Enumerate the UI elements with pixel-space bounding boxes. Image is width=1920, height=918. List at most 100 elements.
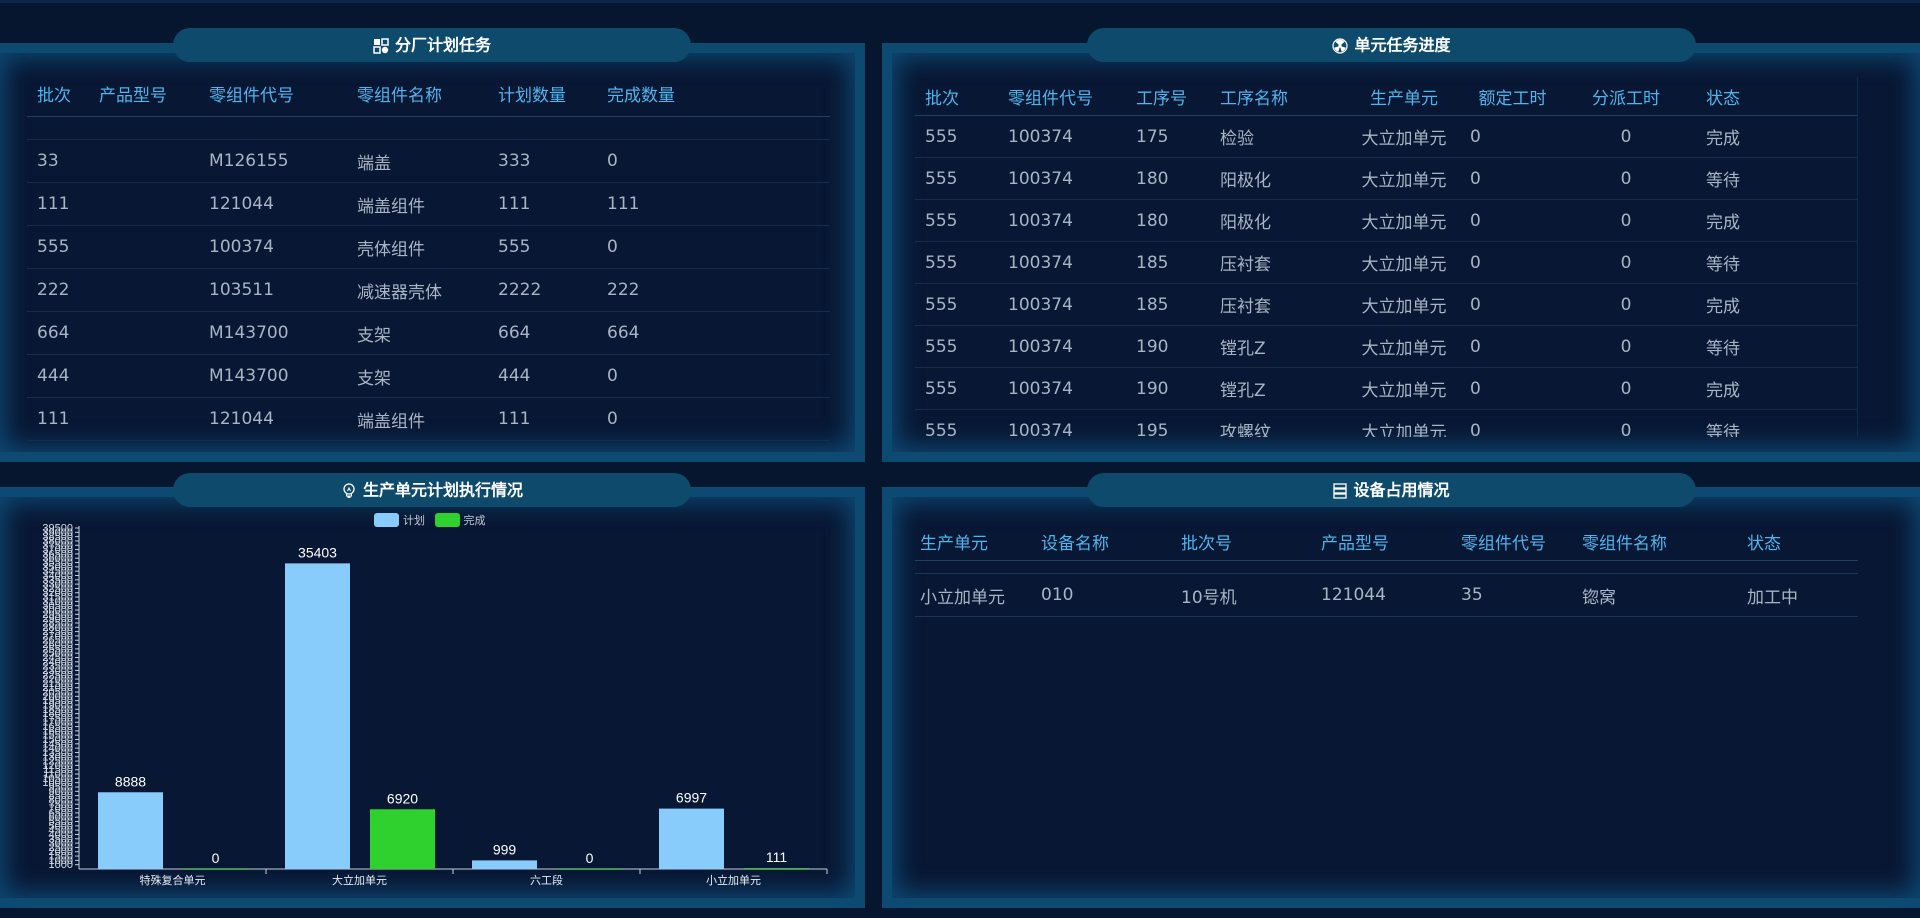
column-header[interactable]: 零组件代号 [998, 77, 1126, 116]
table-cell: 555 [915, 115, 998, 158]
table-cell: M143700 [199, 354, 347, 398]
table-cell: 端盖组件 [347, 397, 488, 441]
table-cell: 0 [1460, 157, 1566, 200]
table-cell: 555 [915, 283, 998, 326]
column-header[interactable]: 生产单元 [915, 522, 1036, 561]
table-row[interactable]: 小立加单元 010 10号机 121044 35 锪窝 加工中 [915, 573, 1858, 617]
table-cell: 100374 [998, 241, 1126, 284]
data-label: 6997 [676, 790, 707, 806]
table-row[interactable]: 555 100374 185 压衬套 大立加单元 0 0 完成 [915, 283, 1857, 326]
table-cell: 2222 [488, 268, 597, 312]
column-header[interactable]: 产品型号 [1316, 522, 1456, 561]
table-cell [89, 354, 199, 398]
table-row[interactable]: 666121044端盖组件6660 [27, 440, 830, 448]
column-header[interactable]: 零组件代号 [199, 70, 347, 117]
data-label: 0 [212, 850, 220, 866]
column-header[interactable]: 计划数量 [488, 70, 597, 117]
table-cell: 大立加单元 [1349, 241, 1460, 284]
column-header[interactable]: 生产单元 [1349, 77, 1460, 116]
table-cell: 180 [1126, 199, 1210, 242]
bar [285, 563, 350, 869]
table-row[interactable]: 222 103511 减速器壳体 2222 222 [27, 268, 830, 312]
data-label: 35403 [298, 544, 337, 560]
table-cell: 111 [488, 397, 597, 441]
table-header-row: 批次 零组件代号 工序号 工序名称 生产单元 额定工时 分派工时 状态 [915, 77, 1857, 116]
table-cell: 0 [1566, 241, 1687, 284]
column-header[interactable]: 工序号 [1126, 77, 1210, 116]
table-cell: 100374 [998, 157, 1126, 200]
table-row[interactable]: 555 100374 195 攻螺纹 大立加单元 0 0 等待 [915, 409, 1857, 437]
column-header[interactable]: 状态 [1727, 522, 1858, 561]
table-cell: 0 [1566, 283, 1687, 326]
column-header[interactable]: 额定工时 [1460, 77, 1566, 116]
column-header[interactable]: 零组件名称 [1577, 522, 1727, 561]
table-cell: 镗孔Z [1210, 325, 1349, 368]
table-row[interactable]: 111 121044 端盖组件 111 111 [27, 182, 830, 226]
panel-title-text: 设备占用情况 [1353, 480, 1450, 500]
table-row[interactable]: 555 100374 壳体组件 555 0 [27, 225, 830, 269]
table-cell: 100374 [998, 283, 1126, 326]
table-row[interactable]: 555 100374 180 阳极化 大立加单元 0 0 等待 [915, 157, 1857, 200]
table-cell: 121044 [1316, 573, 1456, 617]
table-cell: 666 [27, 440, 89, 448]
radiation-icon [1332, 37, 1349, 54]
table-cell: 大立加单元 [1349, 283, 1460, 326]
table-cell: 0 [1566, 409, 1687, 437]
table-cell: 0 [1566, 325, 1687, 368]
table-cell: 大立加单元 [1349, 367, 1460, 410]
bar [472, 860, 537, 869]
table-cell: 555 [915, 199, 998, 242]
table-cell: 664 [488, 311, 597, 355]
column-header[interactable]: 工序名称 [1210, 77, 1349, 116]
table-cell: 0 [1460, 241, 1566, 284]
table-cell: 195 [1126, 409, 1210, 437]
table-cell: 111 [27, 397, 89, 441]
column-header[interactable]: 零组件代号 [1456, 522, 1577, 561]
table-row[interactable]: 555 100374 185 压衬套 大立加单元 0 0 等待 [915, 241, 1857, 284]
equipment-panel-title: 设备占用情况 [1087, 473, 1696, 507]
table-cell: 大立加单元 [1349, 115, 1460, 158]
column-header[interactable]: 产品型号 [89, 70, 199, 117]
table-cell: 完成 [1687, 199, 1857, 242]
column-header[interactable]: 批次 [915, 77, 998, 116]
column-header[interactable]: 分派工时 [1566, 77, 1687, 116]
table-row[interactable]: 555 100374 180 阳极化 大立加单元 0 0 完成 [915, 199, 1857, 242]
table-cell: 555 [915, 409, 998, 437]
table-row[interactable]: 33 M126155 端盖 333 0 [27, 139, 830, 183]
column-header[interactable]: 完成数量 [597, 70, 830, 117]
table-row[interactable]: 555 100374 190 镗孔Z 大立加单元 0 0 完成 [915, 367, 1857, 410]
table-cell: 大立加单元 [1349, 325, 1460, 368]
table-cell: 0 [1460, 199, 1566, 242]
table-cell: 阳极化 [1210, 157, 1349, 200]
table-cell: 555 [915, 367, 998, 410]
table-row[interactable]: 555 100374 190 镗孔Z 大立加单元 0 0 等待 [915, 325, 1857, 368]
table-row[interactable]: 444 M143700 支架 444 0 [27, 354, 830, 398]
table-cell [89, 440, 199, 448]
column-header[interactable]: 批次号 [1176, 522, 1316, 561]
column-header[interactable]: 状态 [1687, 77, 1857, 116]
table-row[interactable]: 111 121044 端盖组件 111 0 [27, 397, 830, 441]
table-cell: 壳体组件 [347, 225, 488, 269]
table-scrollbar[interactable] [1857, 77, 1858, 437]
panel-title-text: 分厂计划任务 [394, 35, 491, 55]
table-row[interactable]: 664 M143700 支架 664 664 [27, 311, 830, 355]
x-tick-label: 大立加单元 [332, 873, 387, 887]
table-cell: 端盖 [347, 139, 488, 183]
column-header[interactable]: 批次 [27, 70, 89, 117]
table-cell: 完成 [1687, 283, 1857, 326]
table-cell: 111 [488, 182, 597, 226]
table-cell [89, 311, 199, 355]
bar [659, 808, 724, 869]
table-header-row: 生产单元 设备名称 批次号 产品型号 零组件代号 零组件名称 状态 [915, 522, 1858, 561]
table-row[interactable]: 555 100374 175 检验 大立加单元 0 0 完成 [915, 115, 1857, 158]
table-cell: 555 [27, 225, 89, 269]
table-cell: 0 [1460, 367, 1566, 410]
column-header[interactable]: 零组件名称 [347, 70, 488, 117]
table-cell: 压衬套 [1210, 283, 1349, 326]
column-header[interactable]: 设备名称 [1036, 522, 1176, 561]
table-cell: 100374 [998, 199, 1126, 242]
table-cell: 0 [1566, 157, 1687, 200]
table-cell: 大立加单元 [1349, 157, 1460, 200]
unit-progress-table-wrap: 批次 零组件代号 工序号 工序名称 生产单元 额定工时 分派工时 状态 555 1… [915, 77, 1858, 437]
table-cell: 180 [1126, 157, 1210, 200]
